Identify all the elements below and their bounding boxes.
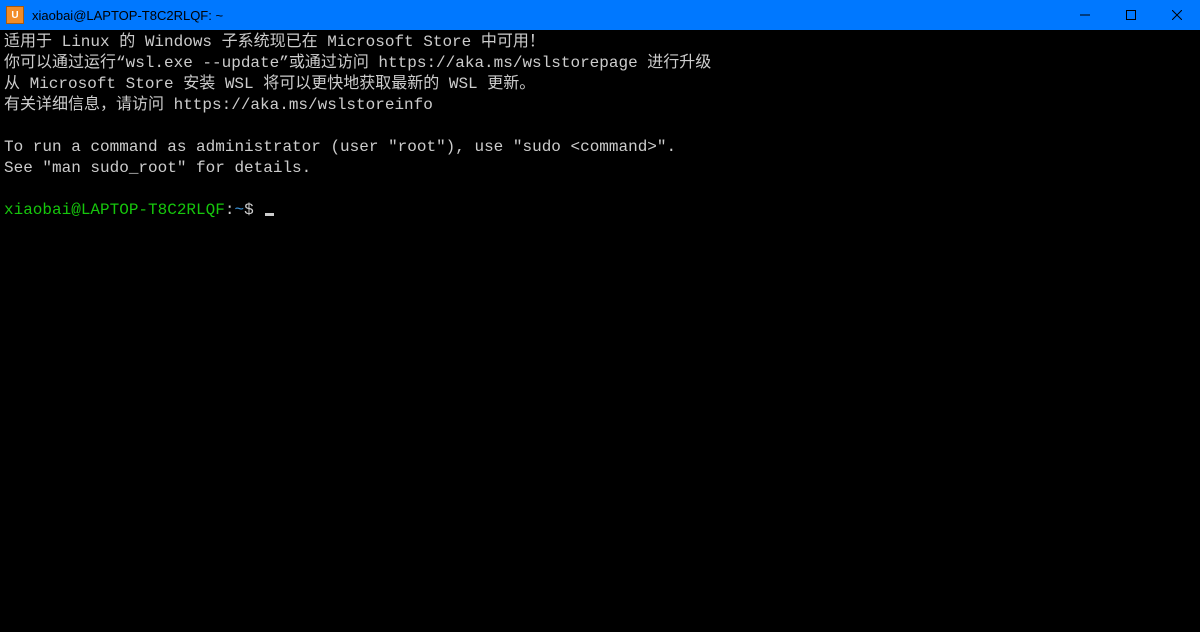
close-icon — [1172, 10, 1182, 20]
ubuntu-icon: U — [6, 6, 24, 24]
terminal-window: U xiaobai@LAPTOP-T8C2RLQF: ~ 适用于 Linux 的… — [0, 0, 1200, 632]
titlebar[interactable]: U xiaobai@LAPTOP-T8C2RLQF: ~ — [0, 0, 1200, 30]
maximize-icon — [1126, 10, 1136, 20]
prompt-user: xiaobai@LAPTOP-T8C2RLQF — [4, 201, 225, 219]
terminal-line: 适用于 Linux 的 Windows 子系统现已在 Microsoft Sto… — [4, 33, 545, 51]
minimize-icon — [1080, 10, 1090, 20]
terminal-line: 从 Microsoft Store 安装 WSL 将可以更快地获取最新的 WSL… — [4, 75, 535, 93]
terminal-body[interactable]: 适用于 Linux 的 Windows 子系统现已在 Microsoft Sto… — [0, 30, 1200, 632]
maximize-button[interactable] — [1108, 0, 1154, 30]
terminal-line: 你可以通过运行“wsl.exe --update”或通过访问 https://a… — [4, 54, 711, 72]
minimize-button[interactable] — [1062, 0, 1108, 30]
prompt-sep: : — [225, 201, 235, 219]
window-title: xiaobai@LAPTOP-T8C2RLQF: ~ — [32, 8, 223, 23]
terminal-line: 有关详细信息，请访问 https://aka.ms/wslstoreinfo — [4, 96, 433, 114]
prompt-symbol: $ — [244, 201, 263, 219]
terminal-line: See "man sudo_root" for details. — [4, 159, 311, 177]
prompt-path: ~ — [234, 201, 244, 219]
cursor — [265, 213, 274, 216]
terminal-line: To run a command as administrator (user … — [4, 138, 676, 156]
close-button[interactable] — [1154, 0, 1200, 30]
